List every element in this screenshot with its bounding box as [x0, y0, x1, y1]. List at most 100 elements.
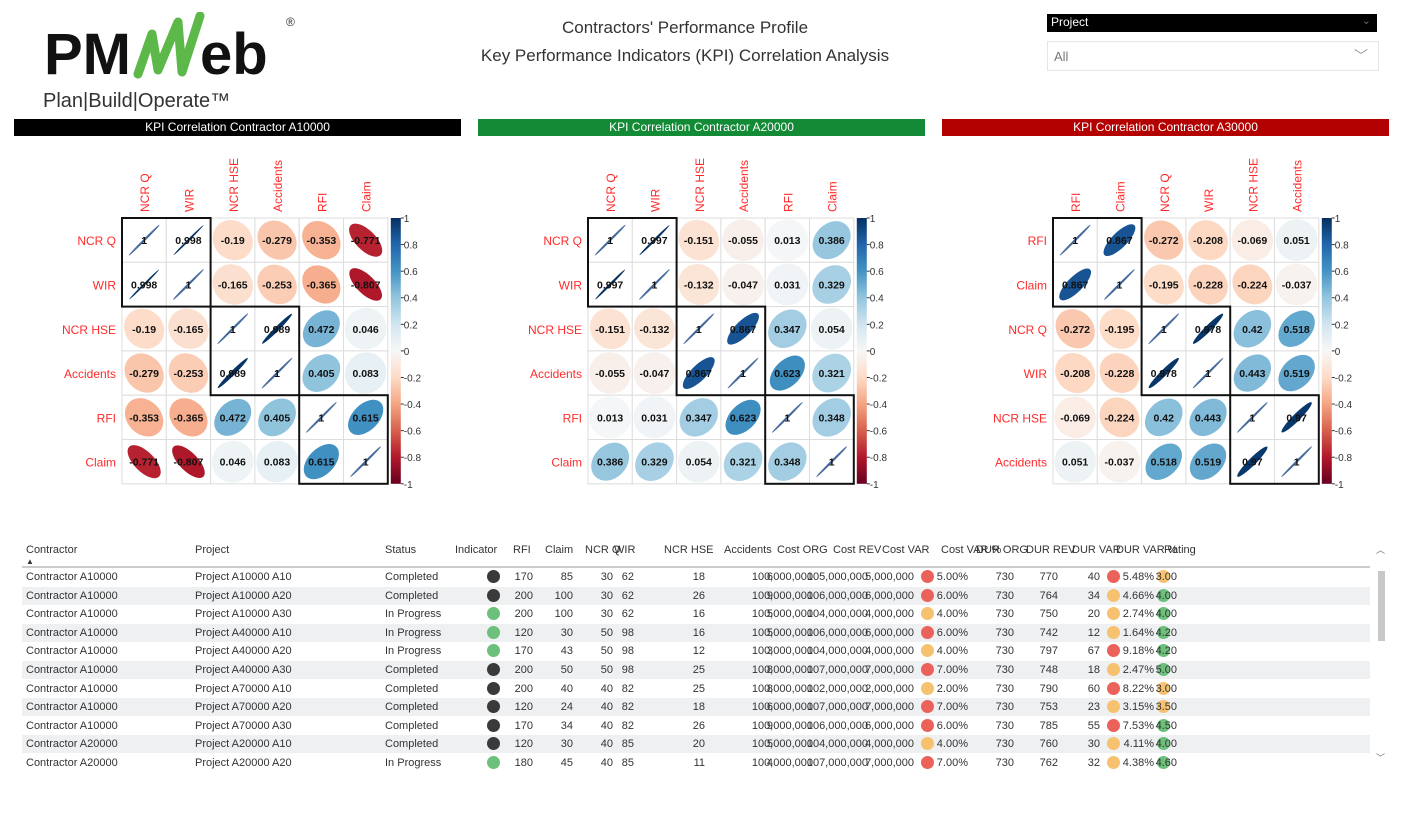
scroll-up-icon[interactable]: ︿	[1376, 543, 1385, 556]
correlation-value: 1	[318, 412, 324, 424]
column-header-rating[interactable]: Rating	[1164, 544, 1196, 556]
scroll-down-icon[interactable]: ﹀	[1376, 751, 1385, 764]
correlation-value: 0.97	[1242, 457, 1263, 469]
column-header-cost-org[interactable]: Cost ORG	[777, 544, 828, 556]
column-header-status[interactable]: Status	[385, 544, 416, 556]
cell-dur-org: 730	[995, 645, 1014, 658]
cell-ncr-hse: 18	[692, 701, 705, 714]
sort-ascending-icon[interactable]: ▲	[26, 557, 34, 566]
colorbar	[1321, 218, 1332, 484]
column-header-cost-rev[interactable]: Cost REV	[833, 544, 881, 556]
cell-status: In Progress	[385, 626, 442, 639]
row-label: NCR Q	[77, 234, 116, 248]
table-row[interactable]: Contractor A10000 Project A40000 A30 Compl…	[22, 661, 1370, 679]
scroll-thumb[interactable]	[1378, 571, 1385, 641]
column-header-contractor[interactable]: Contractor	[26, 544, 77, 556]
column-header-wir[interactable]: WIR	[614, 544, 635, 556]
cell-contractor: Contractor A10000	[26, 682, 118, 695]
cost-var-dot	[921, 570, 934, 583]
column-header-dur-org[interactable]: DUR ORG	[976, 544, 1028, 556]
correlation-value: -0.771	[351, 235, 381, 247]
table-row[interactable]: Contractor A10000 Project A40000 A20 In Pr…	[22, 642, 1370, 660]
cell-status: Completed	[385, 738, 439, 751]
cost-var-dot	[921, 607, 934, 621]
correlation-value: -0.069	[1060, 412, 1090, 424]
column-header-dur-rev[interactable]: DUR REV	[1026, 544, 1076, 556]
colorbar-tick-label: 0.6	[1335, 267, 1349, 278]
column-header-claim[interactable]: Claim	[545, 544, 573, 556]
dur-var-dot	[1107, 756, 1120, 769]
cost-var-dot	[921, 588, 934, 602]
cell-cost-var: 6,000,000	[865, 589, 914, 602]
table-row[interactable]: Contractor A10000 Project A70000 A10 Compl…	[22, 680, 1370, 698]
row-label: NCR Q	[1008, 323, 1047, 337]
correlation-value: 0.405	[308, 368, 334, 380]
cell-dur-rev: 790	[1039, 682, 1058, 695]
correlation-value: 1	[186, 279, 192, 291]
cell-ncr-q: 30	[600, 608, 613, 621]
correlation-value: -0.353	[129, 412, 159, 424]
cell-dur-rev: 797	[1039, 645, 1058, 658]
indicator-dot	[487, 737, 500, 751]
cell-dur-var: 18	[1087, 664, 1100, 676]
cell-contractor: Contractor A10000	[26, 645, 118, 658]
cell-ncr-q: 50	[600, 626, 613, 639]
row-label: Claim	[85, 456, 116, 470]
correlation-value: 0.321	[730, 457, 756, 469]
column-label: Claim	[360, 181, 374, 212]
column-header-project[interactable]: Project	[195, 544, 229, 556]
cell-dur-var-pct: 4.38%	[1122, 757, 1154, 769]
filter-label: Project	[1051, 15, 1089, 29]
cell-rfi: 200	[514, 608, 533, 621]
cell-rfi: 180	[514, 757, 533, 769]
correlation-value: 0.867	[1106, 235, 1132, 247]
correlation-value: -0.365	[306, 279, 336, 291]
table-row[interactable]: Contractor A10000 Project A10000 A30 In Pr…	[22, 605, 1370, 623]
table-row[interactable]: Contractor A20000 Project A20000 A10 Compl…	[22, 735, 1370, 754]
table-scrollbar[interactable]: ︿ ﹀	[1376, 543, 1386, 768]
cell-cost-var: 7,000,000	[865, 664, 914, 676]
column-header-accidents[interactable]: Accidents	[724, 544, 772, 556]
cell-cost-var: 5,000,000	[865, 571, 914, 583]
correlation-value: 1	[274, 368, 280, 380]
correlation-value: -0.228	[1105, 368, 1135, 380]
indicator-dot	[487, 607, 500, 621]
column-label: RFI	[781, 193, 795, 212]
table-row[interactable]: Contractor A10000 Project A70000 A30 Compl…	[22, 717, 1370, 735]
project-filter-header[interactable]: Project ⌄	[1047, 14, 1377, 32]
correlation-value: 0.348	[819, 412, 845, 424]
cell-contractor: Contractor A10000	[26, 571, 118, 583]
cell-wir: 82	[621, 682, 634, 695]
table-row[interactable]: Contractor A20000 Project A20000 A20 In Pr…	[22, 754, 1370, 772]
table-row[interactable]: Contractor A10000 Project A10000 A10 Compl…	[22, 568, 1370, 586]
cell-dur-var-pct: 7.53%	[1122, 719, 1154, 732]
cell-ncr-hse: 25	[692, 664, 705, 676]
project-filter-dropdown[interactable]: All ﹀	[1047, 41, 1379, 71]
svg-text:PM: PM	[44, 22, 131, 87]
table-row[interactable]: Contractor A10000 Project A40000 A10 In Pr…	[22, 623, 1370, 642]
cell-cost-var-pct: 4.00%	[936, 645, 968, 658]
cell-project: Project A40000 A10	[195, 626, 292, 639]
indicator-dot	[487, 681, 500, 695]
row-label: NCR HSE	[62, 323, 116, 337]
column-header-rfi[interactable]: RFI	[513, 544, 531, 556]
correlation-value: 0.051	[1062, 457, 1088, 469]
colorbar-tick-label: 0.8	[870, 241, 884, 252]
cell-cost-rev: 105,000,000	[806, 571, 868, 583]
cell-ncr-hse: 12	[692, 645, 705, 658]
correlation-value: 0.013	[597, 412, 623, 424]
cell-wir: 82	[621, 701, 634, 714]
filter-value: All	[1054, 49, 1069, 64]
cell-contractor: Contractor A10000	[26, 719, 118, 732]
column-header-cost-var[interactable]: Cost VAR	[882, 544, 929, 556]
table-row[interactable]: Contractor A10000 Project A70000 A20 Compl…	[22, 698, 1370, 717]
cell-cost-rev: 107,000,000	[806, 757, 868, 769]
column-header-dur-var[interactable]: DUR VAR	[1072, 544, 1121, 556]
table-row[interactable]: Contractor A10000 Project A10000 A20 Compl…	[22, 586, 1370, 605]
column-header-ncr-hse[interactable]: NCR HSE	[664, 544, 714, 556]
cell-ncr-q: 40	[600, 738, 613, 751]
correlation-value: 0.443	[1195, 412, 1221, 424]
column-header-indicator[interactable]: Indicator	[455, 544, 497, 556]
cell-cost-rev: 107,000,000	[806, 664, 868, 676]
cell-wir: 98	[621, 626, 634, 639]
